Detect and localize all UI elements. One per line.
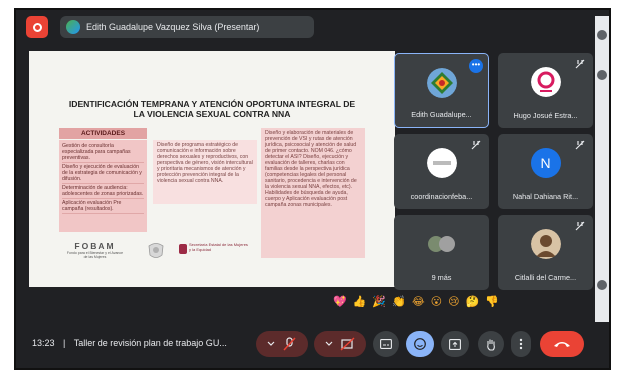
more-participants-label: 9 más (431, 273, 452, 282)
reaction-heart-icon[interactable]: 💖 (333, 295, 347, 309)
participant-name: coordinacionfeba... (410, 192, 473, 201)
record-icon (32, 22, 42, 32)
participant-name: Edith Guadalupe... (411, 110, 472, 119)
participant-tile-more[interactable]: 9 más (394, 215, 489, 290)
reaction-thumbs-up-icon[interactable]: 👍 (353, 295, 367, 309)
more-options-icon[interactable]: ••• (469, 59, 483, 73)
meeting-info: 13:23 | Taller de revisión plan de traba… (32, 338, 227, 348)
microphone-control[interactable] (256, 331, 308, 357)
participant-tile[interactable]: N Nahal Dahiana Rit... (498, 134, 593, 209)
more-options-button[interactable] (511, 331, 531, 357)
middle-column-text: Diseño de programa estratégico de comuni… (153, 140, 257, 204)
reaction-surprised-icon[interactable]: 😮 (431, 295, 442, 309)
fobam-logo-text: FOBAM (74, 241, 116, 251)
activity-item: Gestión de consultoría especializada par… (62, 142, 144, 163)
present-screen-icon (449, 338, 461, 350)
reaction-thinking-icon[interactable]: 🤔 (466, 295, 480, 309)
government-mark-icon (179, 244, 187, 254)
participant-name: Citlalli del Carme... (514, 273, 577, 282)
government-logo: Secretaría Estatal de las Mujeres y la E… (179, 242, 249, 257)
side-panel-rail (595, 16, 609, 326)
meeting-time: 13:23 (32, 338, 55, 348)
reaction-sad-icon[interactable]: 😢 (448, 295, 459, 309)
reaction-party-icon[interactable]: 🎉 (372, 295, 386, 309)
participant-avatar (530, 67, 561, 97)
rail-button-2[interactable] (597, 70, 607, 80)
camera-control[interactable] (314, 331, 366, 357)
presenter-avatar (66, 20, 80, 34)
reactions-bar: 💖 👍 🎉 👏 😂 😮 😢 🤔 👎 (333, 294, 545, 310)
crest-logo-icon (148, 243, 164, 258)
present-screen-button[interactable] (441, 331, 469, 357)
meet-window: Edith Guadalupe Vazquez Silva (Presentar… (14, 8, 611, 370)
mic-off-icon (267, 337, 296, 351)
participant-tile[interactable]: Hugo Josué Estra... (498, 53, 593, 128)
participant-tile[interactable]: Citlalli del Carme... (498, 215, 593, 290)
recording-button[interactable] (26, 16, 48, 38)
activities-header: ACTIVIDADES (59, 128, 147, 139)
activity-item: Diseño y ejecución de evaluación de la e… (62, 163, 144, 184)
rail-button-3[interactable] (597, 280, 607, 290)
participant-tile[interactable]: coordinacionfeba... (394, 134, 489, 209)
camera-off-icon (325, 337, 355, 351)
hang-up-icon (554, 342, 570, 347)
participant-name: Nahal Dahiana Rit... (512, 192, 579, 201)
participant-avatar (426, 68, 457, 98)
participant-avatar (426, 148, 457, 178)
presenter-indicator[interactable]: Edith Guadalupe Vazquez Silva (Presentar… (60, 16, 314, 38)
mic-muted-icon (471, 140, 481, 150)
captions-icon (380, 339, 392, 349)
activity-item: Determinación de audiencia: adolescentes… (62, 185, 144, 199)
activities-column: Gestión de consultoría especializada par… (59, 140, 147, 232)
fobam-logo-subtitle: Fondo para el Bienestar y el Avance de l… (66, 251, 124, 259)
bottom-control-bar: 13:23 | Taller de revisión plan de traba… (16, 322, 609, 368)
emoji-icon (414, 338, 426, 350)
fobam-logo: FOBAM Fondo para el Bienestar y el Avanc… (65, 241, 125, 261)
right-column-text: Diseño y elaboración de materiales de pr… (261, 128, 365, 258)
more-vert-icon (519, 338, 523, 350)
raise-hand-button[interactable] (478, 331, 504, 357)
participant-avatar: N (530, 148, 561, 178)
mic-muted-icon (575, 59, 585, 69)
government-logo-text: Secretaría Estatal de las Mujeres y la E… (189, 242, 248, 252)
reaction-thumbs-down-icon[interactable]: 👎 (485, 295, 499, 309)
participant-name: Hugo Josué Estra... (513, 111, 578, 120)
reaction-clap-icon[interactable]: 👏 (392, 295, 406, 309)
reaction-laugh-icon[interactable]: 😂 (412, 295, 425, 309)
raise-hand-icon (487, 339, 495, 351)
activity-item: Aplicación evaluación Pre campaña (resul… (62, 199, 144, 214)
leave-call-button[interactable] (540, 331, 584, 357)
more-participants-avatars (427, 236, 455, 252)
captions-button[interactable] (373, 331, 399, 357)
slide-title: IDENTIFICACIÓN TEMPRANA Y ATENCIÓN OPORT… (68, 99, 356, 119)
presentation-slide: IDENTIFICACIÓN TEMPRANA Y ATENCIÓN OPORT… (29, 51, 395, 287)
participant-avatar (530, 229, 561, 259)
meeting-title: Taller de revisión plan de trabajo GU... (73, 338, 227, 348)
mic-muted-icon (575, 140, 585, 150)
mic-muted-icon (575, 221, 585, 231)
participant-tile[interactable]: ••• Edith Guadalupe... (394, 53, 489, 128)
presenter-label: Edith Guadalupe Vazquez Silva (Presentar… (86, 22, 260, 32)
meeting-separator: | (63, 338, 66, 348)
reactions-button[interactable] (406, 331, 434, 357)
rail-button-1[interactable] (597, 30, 607, 40)
top-bar: Edith Guadalupe Vazquez Silva (Presentar… (16, 10, 609, 44)
